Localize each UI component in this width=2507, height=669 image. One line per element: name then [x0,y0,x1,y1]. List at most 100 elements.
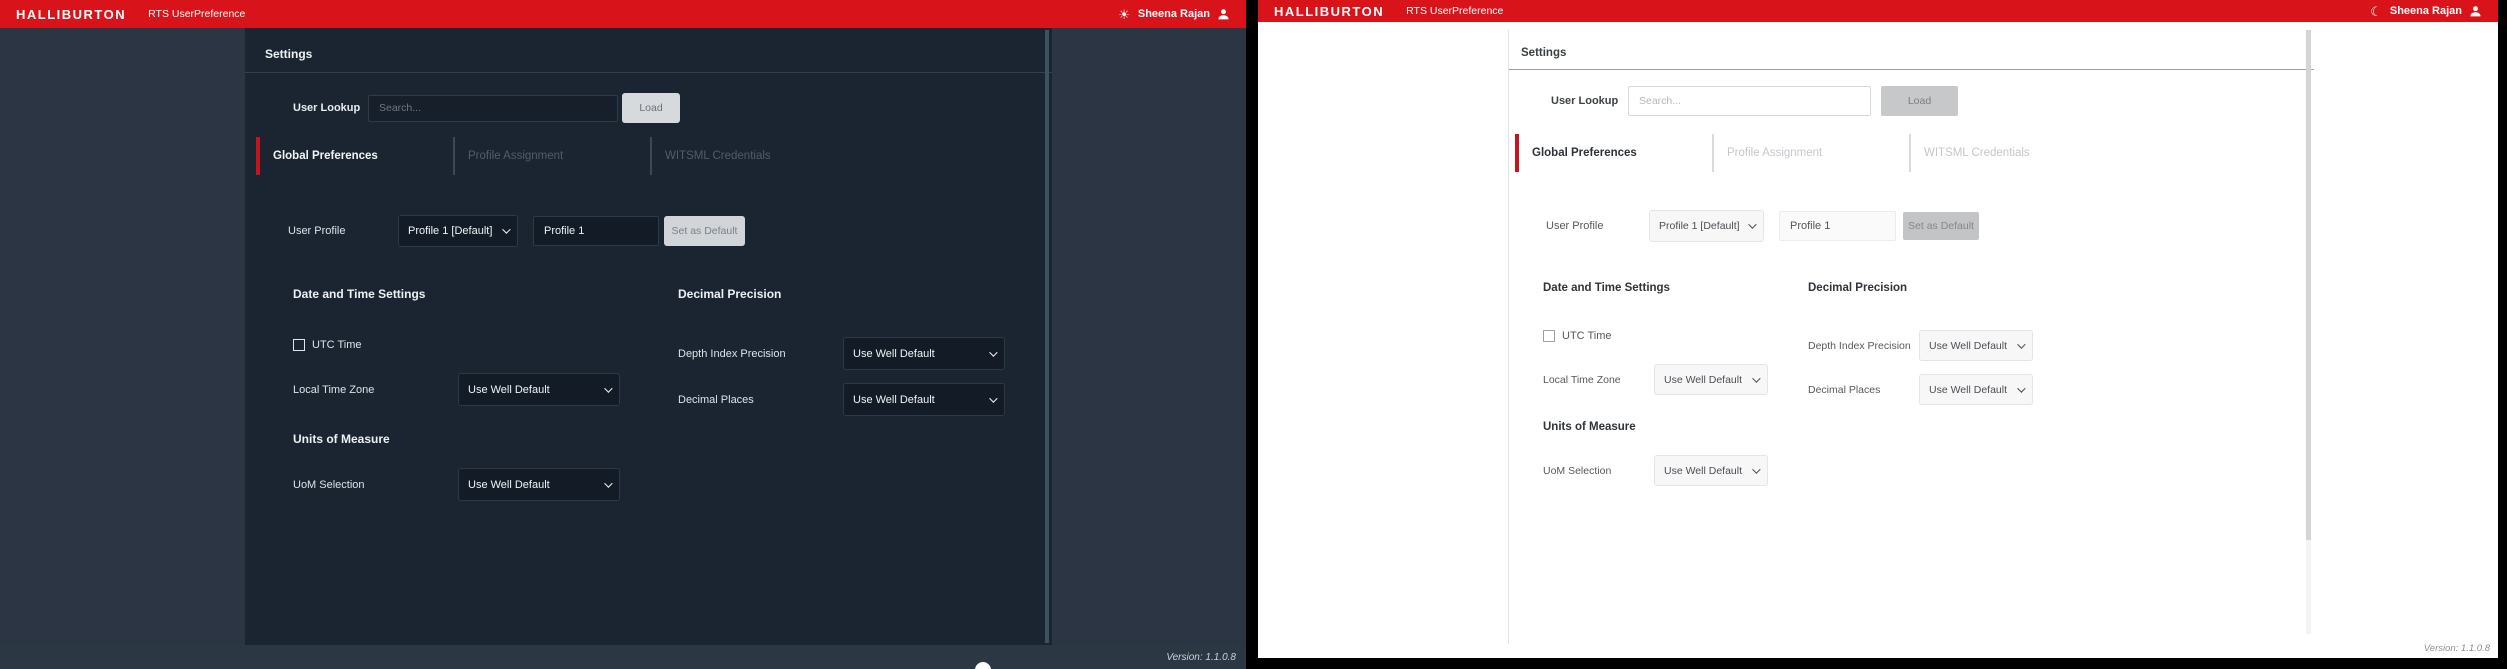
user-profile-selected-value: Profile 1 [Default] [1659,220,1740,232]
version-label: Version: 1.1.0.8 [1166,651,1236,663]
user-lookup-label: User Lookup [293,102,361,114]
local-time-zone-label: Local Time Zone [293,383,375,396]
units-of-measure-heading: Units of Measure [293,432,390,446]
depth-index-precision-row: Depth Index Precision Use Well Default [678,337,1005,370]
set-as-default-button[interactable]: Set as Default [664,216,745,246]
chevron-down-icon [604,478,613,488]
local-time-zone-select[interactable]: Use Well Default [1654,364,1768,395]
footer-bar: Version: 1.1.0.8 [0,645,1246,669]
uom-selection-value: Use Well Default [1664,464,1743,477]
settings-tabs: Global Preferences Profile Assignment WI… [256,137,1052,175]
depth-index-precision-label: Depth Index Precision [1808,339,1911,352]
decimal-places-select[interactable]: Use Well Default [1919,374,2033,405]
dual-theme-screenshot: HALLIBURTON RTS UserPreference ☀ Sheena … [0,0,2507,669]
decimal-places-label: Decimal Places [678,393,754,406]
user-profile-select[interactable]: Profile 1 [Default] [398,215,518,247]
depth-index-precision-value: Use Well Default [853,347,935,360]
local-time-zone-value: Use Well Default [1664,373,1743,386]
settings-card: Settings User Lookup Load Global Prefere… [245,28,1052,645]
decimal-places-label: Decimal Places [1808,383,1881,396]
preferences-sections: Date and Time Settings UTC Time Local Ti… [1543,282,2314,486]
scrollbar-thumb[interactable] [2306,30,2311,540]
depth-index-precision-select[interactable]: Use Well Default [843,337,1005,370]
chevron-down-icon [1748,220,1757,229]
date-time-heading: Date and Time Settings [1543,282,1670,294]
user-profile-select[interactable]: Profile 1 [Default] [1649,210,1764,242]
app-header: HALLIBURTON RTS UserPreference ☀ Sheena … [0,0,1246,28]
halliburton-logo: HALLIBURTON [1274,3,1385,19]
profile-name-input[interactable] [533,216,659,246]
user-lookup-search-input[interactable] [368,94,618,122]
user-lookup-row: User Lookup Load [293,93,1052,123]
dark-theme-panel: HALLIBURTON RTS UserPreference ☀ Sheena … [0,0,1246,669]
tab-witsml-credentials[interactable]: WITSML Credentials [1909,134,2106,172]
right-column: Decimal Precision Depth Index Precision … [678,287,1005,501]
tab-global-preferences[interactable]: Global Preferences [256,137,453,175]
page-body: Settings User Lookup Load Global Prefere… [0,28,1246,669]
set-as-default-button[interactable]: Set as Default [1903,212,1979,240]
profile-name-input[interactable] [1779,211,1896,241]
utc-time-label: UTC Time [312,339,362,351]
chevron-down-icon [989,393,998,403]
utc-time-row: UTC Time [1543,330,1808,342]
load-button[interactable]: Load [622,93,680,123]
chevron-down-icon [604,383,613,393]
decimal-places-row: Decimal Places Use Well Default [678,383,1005,416]
decimal-places-value: Use Well Default [853,393,935,406]
left-column: Date and Time Settings UTC Time Local Ti… [1543,282,1808,486]
uom-selection-select[interactable]: Use Well Default [458,468,620,501]
depth-index-precision-value: Use Well Default [1929,339,2008,352]
user-lookup-search-input[interactable] [1628,86,1871,116]
light-theme-panel: HALLIBURTON RTS UserPreference ☾ Sheena … [1258,0,2498,658]
uom-selection-select[interactable]: Use Well Default [1654,455,1768,486]
utc-time-label: UTC Time [1562,330,1612,342]
user-profile-row: User Profile Profile 1 [Default] Set as … [288,215,1052,247]
uom-selection-row: UoM Selection Use Well Default [293,468,678,501]
settings-card: Settings User Lookup Load Global Prefere… [1508,30,2314,644]
sun-icon[interactable]: ☀ [1118,8,1130,21]
tab-global-preferences[interactable]: Global Preferences [1515,134,1712,172]
decimal-places-row: Decimal Places Use Well Default [1808,374,2033,405]
tab-profile-assignment[interactable]: Profile Assignment [453,137,650,175]
person-icon[interactable] [2469,5,2482,18]
local-time-zone-label: Local Time Zone [1543,373,1621,386]
right-column: Decimal Precision Depth Index Precision … [1808,282,2033,486]
left-column: Date and Time Settings UTC Time Local Ti… [293,287,678,501]
user-profile-row: User Profile Profile 1 [Default] Set as … [1546,210,2314,242]
depth-index-precision-label: Depth Index Precision [678,347,786,360]
vertical-scrollbar[interactable] [2306,30,2311,634]
decimal-places-select[interactable]: Use Well Default [843,383,1005,416]
chevron-down-icon [1752,464,1761,474]
utc-time-checkbox[interactable] [293,339,305,351]
chevron-down-icon [2017,383,2026,393]
version-label: Version: 1.1.0.8 [2423,643,2490,654]
chevron-down-icon [1752,373,1761,383]
load-button[interactable]: Load [1881,86,1958,116]
uom-selection-label: UoM Selection [1543,464,1612,477]
utc-time-row: UTC Time [293,339,678,351]
chevron-down-icon [989,347,998,357]
local-time-zone-select[interactable]: Use Well Default [458,373,620,406]
utc-time-checkbox[interactable] [1543,330,1555,342]
vertical-scrollbar[interactable] [1045,30,1049,643]
person-icon[interactable] [1217,8,1230,21]
moon-icon[interactable]: ☾ [2370,5,2382,18]
page-body: Settings User Lookup Load Global Prefere… [1258,22,2498,658]
page-title: Settings [245,28,1052,73]
page-title: Settings [1509,30,2314,70]
uom-selection-row: UoM Selection Use Well Default [1543,455,1808,486]
depth-index-precision-select[interactable]: Use Well Default [1919,330,2033,361]
date-time-heading: Date and Time Settings [293,287,426,301]
halliburton-logo: HALLIBURTON [16,6,127,22]
footer-bar: Version: 1.1.0.8 [2424,638,2490,656]
tab-witsml-credentials[interactable]: WITSML Credentials [650,137,847,175]
decimal-places-value: Use Well Default [1929,383,2008,396]
decimal-precision-heading: Decimal Precision [678,287,782,301]
user-profile-label: User Profile [288,225,346,237]
tab-profile-assignment[interactable]: Profile Assignment [1712,134,1909,172]
units-of-measure-heading: Units of Measure [1543,421,1636,433]
local-time-zone-row: Local Time Zone Use Well Default [293,373,678,406]
settings-tabs: Global Preferences Profile Assignment WI… [1515,134,2314,172]
user-profile-selected-value: Profile 1 [Default] [408,225,493,237]
depth-index-precision-row: Depth Index Precision Use Well Default [1808,330,2033,361]
